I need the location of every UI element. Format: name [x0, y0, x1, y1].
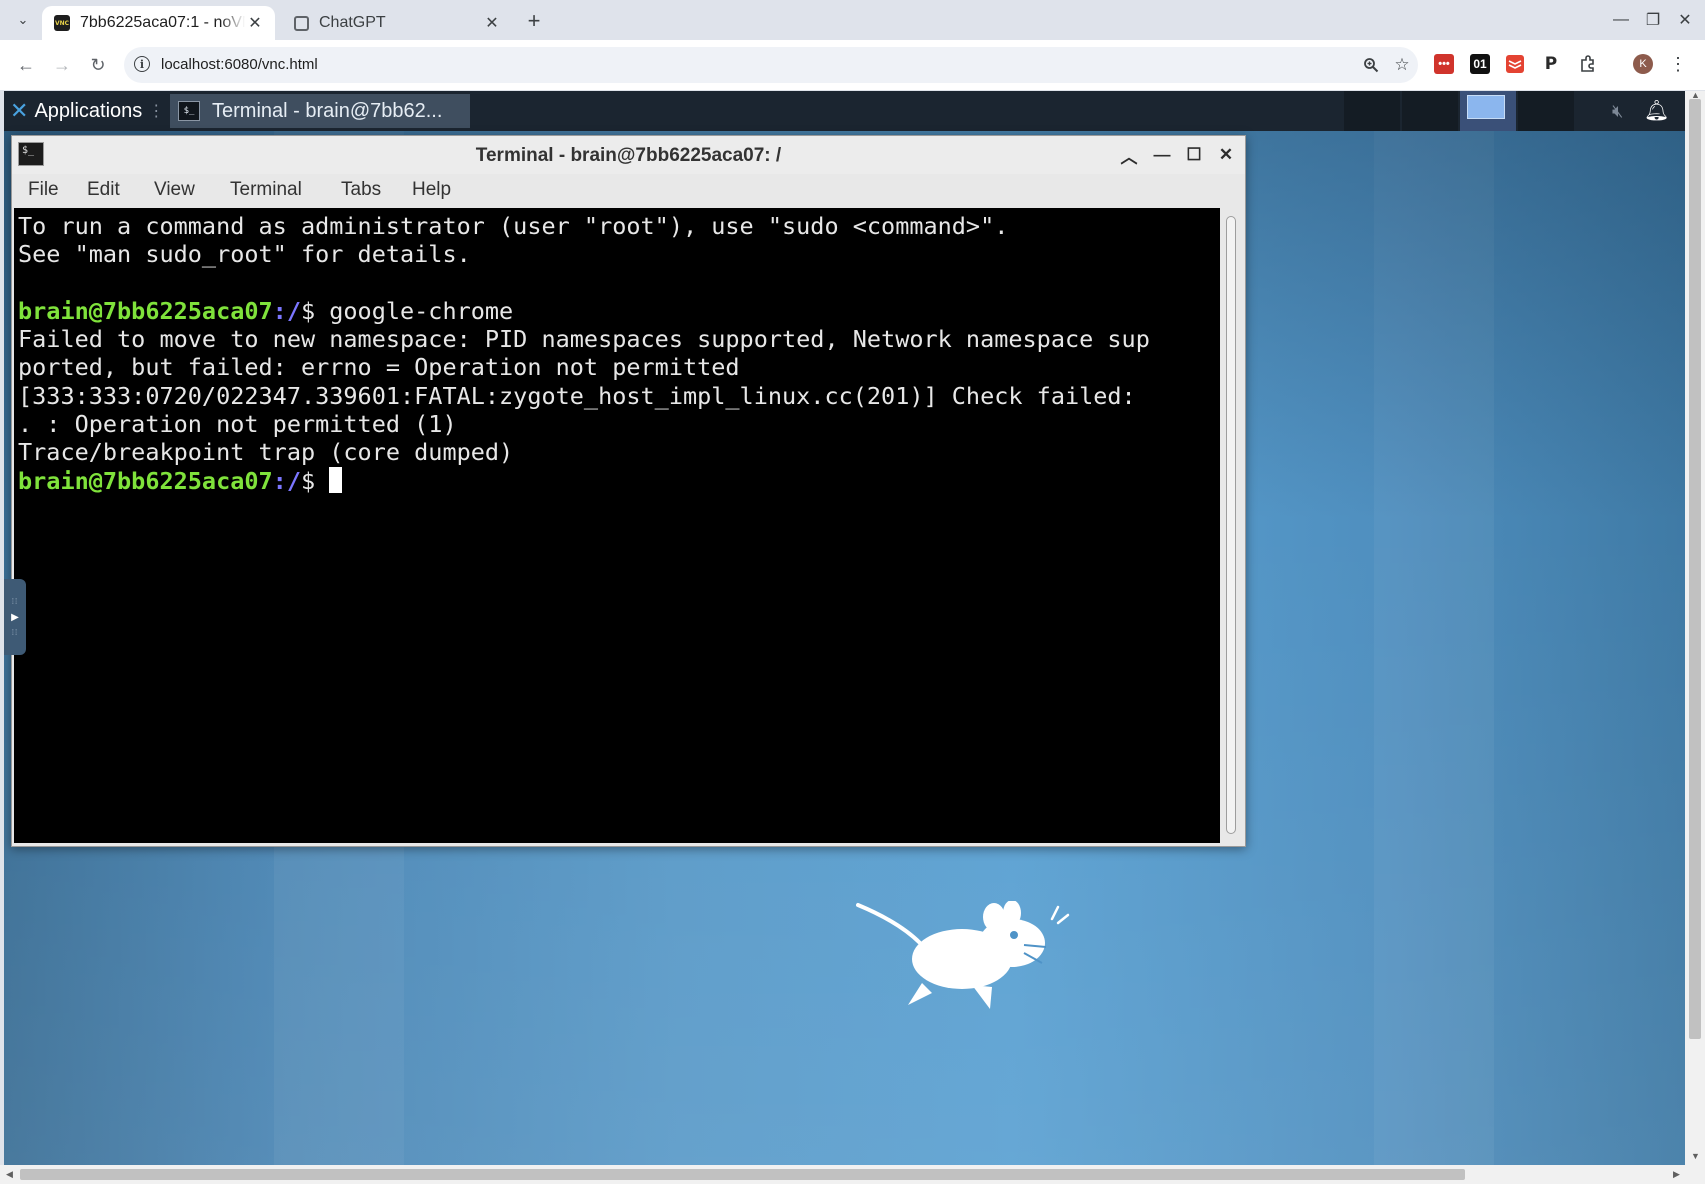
menu-help[interactable]: Help: [412, 179, 451, 201]
tab-chatgpt[interactable]: ChatGPT ✕: [282, 6, 512, 40]
profile-avatar[interactable]: K: [1633, 54, 1653, 74]
terminal-prompt-line: brain@7bb6225aca07:/$: [18, 466, 1220, 495]
xfce-mouse-logo-icon: [856, 901, 1070, 1009]
terminal-line: To run a command as administrator (user …: [18, 212, 1009, 240]
tab-novnc[interactable]: VNC 7bb6225aca07:1 - noVNC ✕: [42, 6, 275, 40]
site-info-icon[interactable]: i: [134, 56, 150, 72]
text-cursor: [329, 466, 343, 493]
chatgpt-favicon-icon: [294, 15, 309, 31]
terminal-window-title: Terminal - brain@7bb6225aca07: /: [475, 145, 782, 166]
workspace-3[interactable]: [1460, 91, 1516, 131]
novnc-favicon-icon: VNC: [54, 15, 70, 31]
terminal-line: See "man sudo_root" for details.: [18, 240, 471, 269]
terminal-line: ported, but failed: errno = Operation no…: [18, 353, 740, 382]
reload-icon[interactable]: ↻: [85, 52, 111, 78]
window-minimize-icon[interactable]: —: [1606, 8, 1636, 32]
scroll-down-arrow-icon[interactable]: ▼: [1691, 1151, 1700, 1161]
window-maximize-icon[interactable]: ☐: [1182, 143, 1206, 167]
forward-arrow-icon[interactable]: →: [49, 52, 75, 78]
window-close-icon[interactable]: ✕: [1214, 143, 1238, 167]
expand-arrow-icon[interactable]: ▶: [11, 612, 19, 623]
prompt-user: brain@7bb6225aca07: [18, 296, 273, 325]
terminal-titlebar[interactable]: $_ Terminal - brain@7bb6225aca07: / ︿ — …: [12, 136, 1245, 174]
terminal-line: . : Operation not permitted (1): [18, 410, 457, 439]
xfce-logo-icon: ✕: [10, 98, 29, 124]
tab-list-chevron-down-icon[interactable]: ⌄: [12, 9, 34, 31]
terminal-output[interactable]: To run a command as administrator (user …: [14, 208, 1220, 843]
terminal-prompt-line: brain@7bb6225aca07:/$ google-chrome: [18, 297, 1220, 325]
terminal-icon: $_: [178, 101, 200, 121]
menu-file[interactable]: File: [28, 179, 59, 201]
scroll-right-arrow-icon[interactable]: ▶: [1673, 1169, 1680, 1180]
terminal-command: google-chrome: [329, 296, 514, 325]
terminal-line: Trace/breakpoint trap (core dumped): [18, 438, 514, 467]
terminal-scrollbar-thumb[interactable]: [1226, 216, 1236, 834]
speaker-muted-icon[interactable]: 🔇︎: [1612, 101, 1623, 122]
prompt-symbol: $: [300, 296, 330, 325]
todoist-extension-icon[interactable]: [1505, 54, 1525, 74]
workspace-window-preview: [1467, 95, 1505, 119]
terminal-scrollbar[interactable]: [1222, 212, 1240, 840]
bookmark-star-icon[interactable]: ☆: [1392, 55, 1412, 75]
prompt-user: brain@7bb6225aca07: [18, 466, 273, 495]
terminal-line: Failed to move to new namespace: PID nam…: [18, 325, 1150, 354]
horizontal-scroll-thumb[interactable]: [20, 1169, 1465, 1180]
new-tab-plus-icon[interactable]: +: [522, 8, 546, 33]
p-extension-icon[interactable]: P: [1541, 54, 1561, 74]
chrome-menu-kebab-icon[interactable]: ⋮: [1669, 53, 1687, 75]
browser-tab-strip: ⌄ VNC 7bb6225aca07:1 - noVNC ✕ ChatGPT ✕…: [0, 0, 1705, 40]
vertical-scroll-thumb[interactable]: [1689, 99, 1701, 1039]
page-horizontal-scrollbar[interactable]: ◀ ▶: [0, 1165, 1705, 1184]
grip-dots-icon: ⁞⁞: [11, 627, 19, 637]
url-text[interactable]: localhost:6080/vnc.html: [161, 56, 318, 73]
scroll-left-arrow-icon[interactable]: ◀: [6, 1169, 13, 1180]
panel-separator-icon: ⋮: [148, 103, 165, 120]
workspace-1[interactable]: [1344, 91, 1400, 131]
browser-toolbar: ← → ↻ i localhost:6080/vnc.html ☆ ••• 01…: [0, 40, 1705, 90]
menu-terminal[interactable]: Terminal: [230, 179, 302, 201]
back-arrow-icon[interactable]: ←: [13, 52, 39, 78]
terminal-menubar: File Edit View Terminal Tabs Help: [12, 174, 1245, 208]
prompt-symbol: $: [300, 466, 330, 495]
window-restore-icon[interactable]: ❐: [1638, 8, 1668, 32]
zoom-magnifier-icon[interactable]: [1361, 55, 1381, 75]
menu-edit[interactable]: Edit: [87, 179, 120, 201]
xfce-top-panel: ✕ Applications ⋮ $_ Terminal - brain@7bb…: [4, 91, 1685, 131]
window-close-icon[interactable]: ✕: [1670, 8, 1700, 32]
puzzle-extensions-icon[interactable]: [1578, 54, 1598, 74]
terminal-window: $_ Terminal - brain@7bb6225aca07: / ︿ — …: [11, 135, 1246, 847]
window-shade-up-icon[interactable]: ︿: [1117, 143, 1141, 167]
notification-bell-icon[interactable]: 🔔︎: [1644, 98, 1669, 123]
vnc-desktop-viewport[interactable]: ✕ Applications ⋮ $_ Terminal - brain@7bb…: [4, 91, 1685, 1165]
tab-title: ChatGPT: [319, 14, 386, 31]
applications-label: Applications: [34, 99, 143, 122]
page-vertical-scrollbar[interactable]: ▲ ▼: [1685, 90, 1705, 1165]
lastpass-extension-icon[interactable]: •••: [1434, 54, 1454, 74]
tab-close-icon[interactable]: ✕: [245, 13, 265, 33]
01-extension-icon[interactable]: 01: [1470, 54, 1490, 74]
workspace-2[interactable]: [1402, 91, 1458, 131]
address-bar[interactable]: i localhost:6080/vnc.html ☆: [124, 47, 1418, 83]
prompt-path: :/: [272, 296, 301, 325]
applications-menu-button[interactable]: ✕ Applications ⋮: [10, 97, 164, 125]
taskbar-terminal-button[interactable]: $_ Terminal - brain@7bb62...: [170, 94, 470, 128]
window-minimize-icon[interactable]: —: [1150, 143, 1174, 167]
menu-tabs[interactable]: Tabs: [341, 179, 381, 201]
workspace-4[interactable]: [1518, 91, 1574, 131]
tab-close-icon[interactable]: ✕: [482, 13, 502, 33]
menu-view[interactable]: View: [154, 179, 195, 201]
prompt-path: :/: [272, 466, 301, 495]
taskbar-terminal-label: Terminal - brain@7bb62...: [212, 99, 443, 122]
grip-dots-icon: ⁞⁞: [11, 596, 19, 606]
novnc-control-bar-handle[interactable]: ⁞⁞ ▶ ⁞⁞: [4, 579, 26, 655]
terminal-line: [333:333:0720/022347.339601:FATAL:zygote…: [18, 381, 1136, 410]
tab-title: 7bb6225aca07:1 - noVNC: [80, 14, 245, 31]
